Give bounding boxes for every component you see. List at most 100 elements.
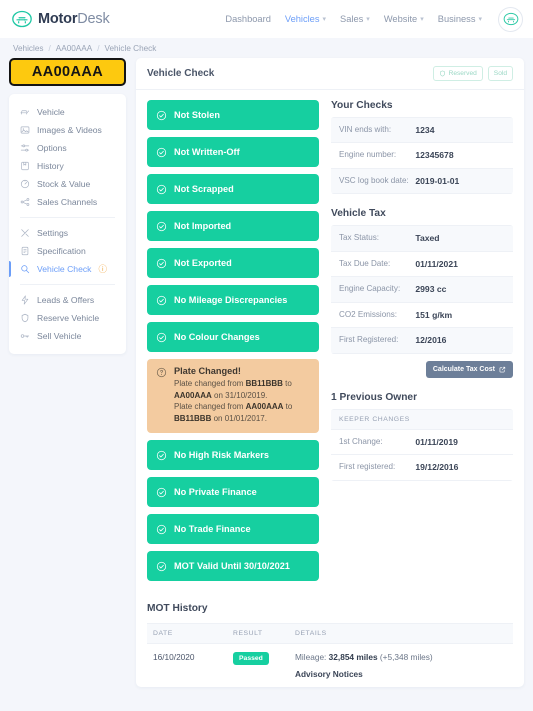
row-value: Taxed bbox=[415, 233, 440, 244]
car-icon bbox=[12, 10, 32, 28]
sidebar-divider bbox=[20, 217, 115, 218]
sidebar-item-label: Settings bbox=[37, 228, 69, 238]
warn-pre: Plate changed from bbox=[174, 402, 246, 412]
nav-label: Sales bbox=[340, 14, 364, 24]
row-key: 1st Change: bbox=[339, 436, 383, 446]
mot-table-body: 16/10/2020 Passed Mileage: 32,854 miles … bbox=[147, 644, 513, 688]
plate-warning-line: Plate changed from BB11BBB to AA00AAA on… bbox=[174, 378, 310, 401]
row-key: Engine Capacity: bbox=[339, 284, 401, 294]
warning-question-icon: ⓘ bbox=[98, 263, 107, 274]
check-badge: Not Exported bbox=[147, 248, 319, 278]
check-badge: Not Stolen bbox=[147, 100, 319, 130]
chevron-down-icon: ▾ bbox=[366, 15, 370, 23]
sidebar-item-history[interactable]: History bbox=[9, 157, 126, 175]
main-nav: Dashboard Vehicles ▾ Sales ▾ Website ▾ Busi… bbox=[225, 6, 523, 32]
check-circle-icon bbox=[156, 487, 167, 497]
keeper-changes-header: KEEPER CHANGES bbox=[331, 409, 513, 430]
table-row: VSC log book date: 2019-01-01 bbox=[331, 168, 513, 195]
table-row: VIN ends with: 1234 bbox=[331, 118, 513, 144]
car-icon bbox=[20, 110, 29, 115]
mot-history-section: MOT History DATE RESULT DETAILS 16/10/20… bbox=[136, 595, 524, 687]
sidebar-item-settings[interactable]: Settings bbox=[9, 224, 126, 242]
page-body: AA00AAA Vehicle Images & Videos Options … bbox=[0, 58, 533, 688]
vehicle-plate-badge: AA00AAA bbox=[9, 58, 126, 86]
book-icon bbox=[21, 161, 29, 171]
status-badge: Passed bbox=[233, 652, 269, 666]
mileage-label: Mileage: bbox=[295, 652, 329, 663]
warn-old-plate: BB11BBB bbox=[245, 379, 283, 388]
sidebar: AA00AAA Vehicle Images & Videos Options … bbox=[9, 58, 126, 354]
check-circle-icon bbox=[156, 110, 167, 120]
app-logo[interactable]: MotorDesk bbox=[12, 9, 110, 29]
check-badge: No Trade Finance bbox=[147, 514, 319, 545]
calculate-tax-cost-button[interactable]: Calculate Tax Cost bbox=[425, 360, 513, 378]
header-actions: Reserved Sold bbox=[432, 66, 513, 81]
row-key: Tax Status: bbox=[339, 233, 380, 243]
sidebar-item-label: Vehicle bbox=[37, 107, 65, 117]
check-badge: No Colour Changes bbox=[147, 322, 319, 352]
check-label: Not Scrapped bbox=[174, 184, 234, 194]
reserved-button[interactable]: Reserved bbox=[432, 66, 483, 81]
sidebar-item-leads-offers[interactable]: Leads & Offers bbox=[9, 291, 126, 309]
check-circle-icon bbox=[156, 221, 167, 231]
chevron-down-icon: ▾ bbox=[420, 15, 424, 23]
sidebar-item-images-videos[interactable]: Images & Videos bbox=[9, 121, 126, 139]
sidebar-item-options[interactable]: Options bbox=[9, 139, 126, 157]
check-label: Not Exported bbox=[174, 258, 232, 268]
table-row: First Registered: 12/2016 bbox=[331, 328, 513, 354]
check-circle-icon bbox=[156, 184, 167, 194]
bolt-icon bbox=[21, 295, 29, 305]
keeper-changes-table: KEEPER CHANGES 1st Change: 01/11/2019 Fi… bbox=[331, 408, 513, 481]
table-row: Tax Status: Taxed bbox=[331, 226, 513, 252]
check-label: Not Written-Off bbox=[174, 147, 240, 157]
key-icon bbox=[20, 334, 30, 338]
top-navigation-bar: MotorDesk Dashboard Vehicles ▾ Sales ▾ Web… bbox=[0, 0, 533, 38]
avatar[interactable] bbox=[498, 6, 523, 32]
sidebar-item-sales-channels[interactable]: Sales Channels bbox=[9, 193, 126, 211]
card-header: Vehicle Check Reserved Sold bbox=[136, 58, 524, 90]
sidebar-item-stock-value[interactable]: Stock & Value bbox=[9, 175, 126, 193]
row-key: First Registered: bbox=[339, 335, 399, 345]
breadcrumb-item-plate[interactable]: AA00AAA bbox=[56, 44, 92, 53]
document-icon bbox=[21, 246, 29, 256]
sidebar-item-label: Images & Videos bbox=[37, 125, 102, 135]
check-badge: Not Imported bbox=[147, 211, 319, 241]
nav-label: Business bbox=[437, 14, 476, 24]
nav-item-website[interactable]: Website ▾ bbox=[384, 14, 424, 24]
row-key: First registered: bbox=[339, 462, 396, 472]
sold-button[interactable]: Sold bbox=[487, 66, 513, 81]
sidebar-item-specification[interactable]: Specification bbox=[9, 242, 126, 260]
row-key: Tax Due Date: bbox=[339, 258, 391, 268]
mot-mileage-line: Mileage: 32,854 miles (+5,348 miles) bbox=[295, 652, 507, 662]
nav-item-business[interactable]: Business ▾ bbox=[438, 14, 482, 24]
sidebar-item-label: Leads & Offers bbox=[37, 295, 95, 305]
chevron-down-icon: ▾ bbox=[322, 15, 327, 23]
warn-new-plate: AA00AAA bbox=[174, 390, 212, 400]
advisory-notices-label: Advisory Notices bbox=[295, 669, 363, 680]
nav-label: Vehicles bbox=[284, 14, 320, 24]
table-row: Tax Due Date: 01/11/2021 bbox=[331, 252, 513, 278]
table-row: 16/10/2020 Passed Mileage: 32,854 miles … bbox=[147, 644, 513, 688]
sidebar-item-reserve-vehicle[interactable]: Reserve Vehicle bbox=[9, 309, 126, 327]
row-key: Engine number: bbox=[339, 150, 397, 160]
check-badge: Not Written-Off bbox=[147, 137, 319, 167]
external-link-icon bbox=[499, 366, 506, 373]
shield-icon bbox=[439, 70, 445, 77]
column-header-details: DETAILS bbox=[289, 623, 513, 645]
sidebar-item-label: Stock & Value bbox=[37, 179, 91, 189]
sidebar-item-sell-vehicle[interactable]: Sell Vehicle bbox=[9, 327, 126, 345]
table-row: First registered: 19/12/2016 bbox=[331, 455, 513, 481]
warn-post: on 31/10/2019. bbox=[211, 390, 268, 400]
vehicle-check-card: Vehicle Check Reserved Sold Not Stolen N… bbox=[136, 58, 524, 688]
row-value: 12/2016 bbox=[415, 335, 447, 346]
nav-item-dashboard[interactable]: Dashboard bbox=[225, 14, 270, 24]
breadcrumb-item-vehicles[interactable]: Vehicles bbox=[13, 44, 44, 53]
sidebar-item-label: History bbox=[37, 161, 64, 171]
mot-details-cell: Mileage: 32,854 miles (+5,348 miles) Adv… bbox=[289, 644, 513, 688]
nav-item-vehicles[interactable]: Vehicles ▾ bbox=[285, 14, 326, 24]
mot-table-header-row: DATE RESULT DETAILS bbox=[147, 623, 513, 645]
sidebar-item-vehicle-check[interactable]: Vehicle Check ⓘ bbox=[9, 260, 126, 278]
sidebar-item-vehicle[interactable]: Vehicle bbox=[9, 103, 126, 121]
nav-item-sales[interactable]: Sales ▾ bbox=[340, 14, 370, 24]
sidebar-item-label: Options bbox=[37, 143, 67, 153]
